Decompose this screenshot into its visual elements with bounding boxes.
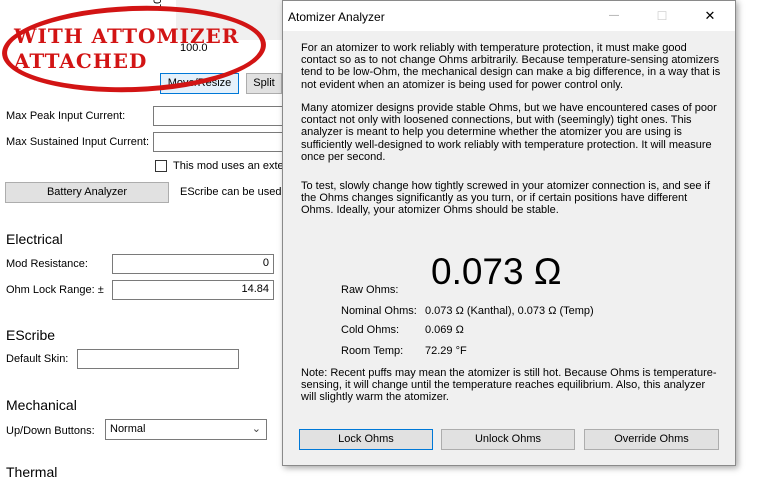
nominal-ohms-value: 0.073 Ω (Kanthal), 0.073 Ω (Temp) [425,305,594,317]
note-paragraph: Note: Recent puffs may mean the atomizer… [301,367,717,404]
electrical-heading: Electrical [6,231,63,247]
unlock-ohms-button[interactable]: Unlock Ohms [441,429,575,450]
intro-paragraph: For an atomizer to work reliably with te… [301,42,721,91]
close-icon[interactable]: ✕ [687,1,733,31]
thermal-heading: Thermal [6,464,58,480]
mod-resistance-field[interactable]: 0 [112,254,274,274]
raw-ohms-label: Raw Ohms: [341,284,399,296]
up-down-buttons-select[interactable]: Normal ⌄ [105,419,267,440]
override-ohms-button[interactable]: Override Ohms [584,429,719,450]
mod-resistance-label: Mod Resistance: [6,258,88,270]
dialog-title: Atomizer Analyzer [288,10,385,24]
chevron-down-icon: ⌄ [251,423,261,435]
battery-analyzer-button[interactable]: Battery Analyzer [5,182,169,203]
split-button[interactable]: Split [246,73,282,94]
lock-ohms-button[interactable]: Lock Ohms [299,429,433,450]
design-paragraph: Many atomizer designs provide stable Ohm… [301,102,717,163]
max-peak-input-current-field[interactable] [153,106,293,126]
annotation-line-2: ATTACHED [14,49,148,73]
escribe-note: EScribe can be used t [180,186,288,198]
title-bar[interactable]: Atomizer Analyzer — ☐ ✕ [283,1,735,31]
ohm-lock-range-field[interactable]: 14.84 [112,280,274,300]
ohm-lock-range-label: Ohm Lock Range: ± [6,284,104,296]
instructions-paragraph: To test, slowly change how tightly screw… [301,180,711,217]
max-sustained-input-current-label: Max Sustained Input Current: [6,136,150,148]
atomizer-analyzer-dialog: Atomizer Analyzer — ☐ ✕ For an atomizer … [282,0,736,466]
max-peak-input-current-label: Max Peak Input Current: [6,110,126,122]
annotation-line-1: WITH ATTOMIZER [14,24,240,48]
external-checkbox-label: This mod uses an exter [173,160,288,172]
up-down-buttons-label: Up/Down Buttons: [6,425,95,437]
external-checkbox[interactable] [155,160,167,172]
up-down-buttons-value: Normal [110,423,146,435]
room-temp-value: 72.29 °F [425,345,467,357]
escribe-heading: EScribe [6,327,56,343]
minimize-icon[interactable]: — [591,1,637,31]
default-skin-field[interactable] [77,349,239,369]
default-skin-label: Default Skin: [6,353,69,365]
room-temp-label: Room Temp: [341,345,404,357]
max-sustained-input-current-field[interactable] [153,132,293,152]
raw-ohms-value: 0.073 Ω [431,251,562,292]
maximize-icon[interactable]: ☐ [639,1,685,31]
cold-ohms-label: Cold Ohms: [341,324,400,336]
cold-ohms-value: 0.069 Ω [425,324,464,336]
mechanical-heading: Mechanical [6,397,77,413]
nominal-ohms-label: Nominal Ohms: [341,305,417,317]
